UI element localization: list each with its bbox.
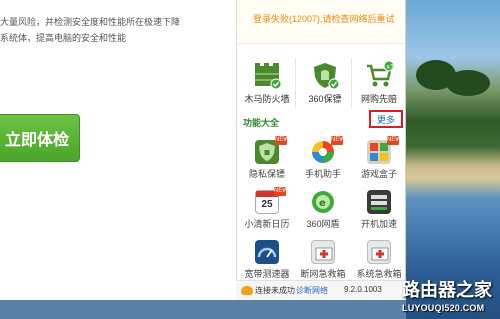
login-notice: 登录失败(12007),请检查网络后重试 <box>237 0 405 44</box>
calendar-day: 25 <box>261 199 273 210</box>
bodyguard-shield-icon <box>310 60 340 90</box>
shopping-compensation-tool[interactable]: x3 网购先赔 <box>351 52 407 110</box>
firewall-icon <box>252 60 282 90</box>
bottom-strip <box>0 300 406 319</box>
game-box-tool[interactable]: NEW 游戏盒子 <box>351 136 407 184</box>
top-tools-row: 木马防火墙 360保镖 x3 网购先赔 <box>237 52 405 110</box>
new-badge: NEW <box>331 136 345 145</box>
all-functions-title: 功能大全 <box>243 118 280 128</box>
game-box-label: 游戏盒子 <box>360 169 397 179</box>
login-failed-text: 登录失败(12007), <box>253 14 323 24</box>
svg-text:x3: x3 <box>386 64 394 71</box>
svg-text:e: e <box>319 198 326 209</box>
bodyguard-360-label: 360保镖 <box>308 94 342 104</box>
calendar-tool[interactable]: 25 NEW 小清新日历 <box>239 186 295 234</box>
trojan-firewall-tool[interactable]: 木马防火墙 <box>239 52 295 110</box>
desktop-wallpaper <box>406 0 500 319</box>
boot-speedup-icon <box>367 190 391 214</box>
shopping-cart-icon: x3 <box>364 60 395 90</box>
description-line-2: 系统体，提高电脑的安全和性能 <box>0 33 127 43</box>
phone-assistant-tool[interactable]: NEW 手机助手 <box>295 136 351 184</box>
function-panel: 登录失败(12007),请检查网络后重试 木马防火墙 360保镖 x3 网购先赔… <box>236 0 406 300</box>
speed-test-tool[interactable]: 宽带测速器 <box>239 236 295 284</box>
check-now-button[interactable]: 立即体检 <box>0 114 80 162</box>
main-panel: 大量风险，并检测安全度和性能所在极速下降 系统体，提高电脑的安全和性能 立即体检 <box>0 0 236 300</box>
diagnose-network-link[interactable]: 诊断网络 <box>296 285 328 296</box>
network-rescue-label: 断网急救箱 <box>300 269 346 279</box>
web-shield-label: 360网盾 <box>306 219 340 229</box>
cloud-icon <box>241 286 253 295</box>
trojan-firewall-label: 木马防火墙 <box>244 94 290 104</box>
palm-tree-foliage <box>446 70 490 96</box>
privacy-guard-label: 隐私保镖 <box>248 169 285 179</box>
network-rescue-kit-icon <box>311 240 335 264</box>
speed-test-label: 宽带测速器 <box>244 269 290 279</box>
new-badge: NEW <box>274 187 288 196</box>
phone-assistant-icon: NEW <box>311 136 345 164</box>
system-rescue-kit-icon <box>367 240 391 264</box>
privacy-guard-tool[interactable]: NEW 隐私保镖 <box>239 136 295 184</box>
bodyguard-360-tool[interactable]: 360保镖 <box>297 52 353 110</box>
status-bar: 连接未成功 诊断网络 9.2.0.1003 <box>236 280 406 300</box>
watermark-title: 路由器之家 <box>402 280 492 300</box>
divider <box>295 58 296 108</box>
privacy-shield-icon: NEW <box>255 136 289 164</box>
version-number: 9.2.0.1003 <box>344 285 382 294</box>
site-watermark: 路由器之家 LUYOUQI520.COM <box>398 276 500 319</box>
shopping-compensation-label: 网购先赔 <box>360 94 397 104</box>
description-line-1: 大量风险，并检测安全度和性能所在极速下降 <box>0 17 181 27</box>
speedometer-icon <box>255 240 279 264</box>
boot-speedup-label: 开机加速 <box>360 219 397 229</box>
calendar-icon: 25 NEW <box>255 187 288 214</box>
new-badge: NEW <box>387 136 401 145</box>
web-shield-icon: e <box>311 190 335 214</box>
network-rescue-tool[interactable]: 断网急救箱 <box>295 236 351 284</box>
watermark-url: LUYOUQI520.COM <box>402 303 485 313</box>
check-network-link[interactable]: 请检查网络后重试 <box>323 14 395 24</box>
connection-status: 连接未成功 <box>255 286 295 295</box>
game-box-icon: NEW <box>367 136 401 164</box>
web-shield-tool[interactable]: e 360网盾 <box>295 186 351 234</box>
more-button[interactable]: 更多 <box>369 110 403 128</box>
calendar-label: 小清新日历 <box>244 219 290 229</box>
login-failed-message: 登录失败(12007),请检查网络后重试 <box>253 12 395 25</box>
scan-description: 大量风险，并检测安全度和性能所在极速下降 系统体，提高电脑的安全和性能 <box>0 14 180 46</box>
new-badge: NEW <box>275 136 289 145</box>
phone-assistant-label: 手机助手 <box>304 169 341 179</box>
boot-speedup-tool[interactable]: 开机加速 <box>351 186 407 234</box>
